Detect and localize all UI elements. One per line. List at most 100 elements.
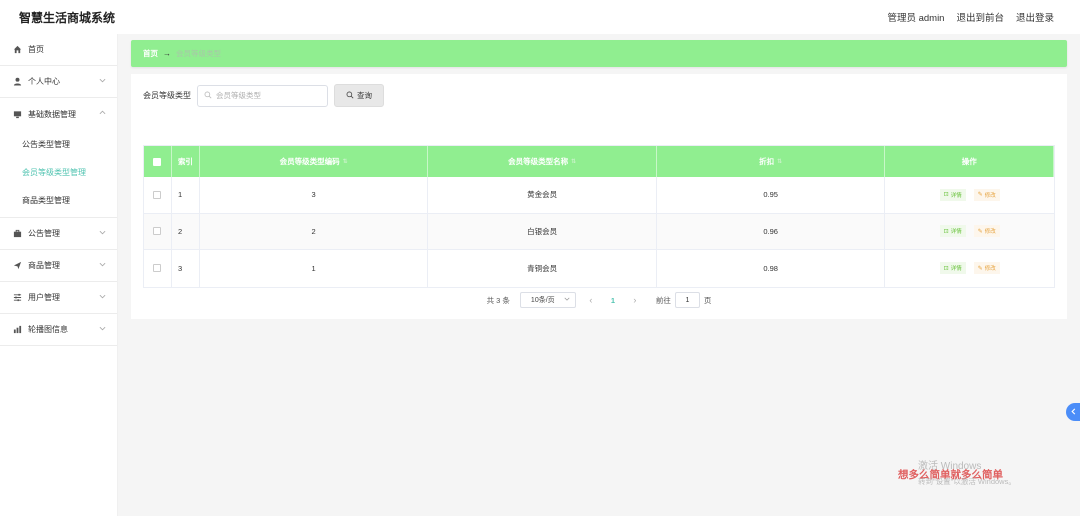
search-button[interactable]: 查询 [334, 84, 384, 107]
sidebar-item-label: 基础数据管理 [28, 109, 76, 119]
pagination-total: 共 3 条 [486, 295, 510, 305]
header-checkbox-cell [144, 146, 172, 177]
row-checkbox-cell [144, 250, 172, 287]
sidebar-subitem-product-type[interactable]: 商品类型管理 [0, 186, 117, 214]
admin-label[interactable]: 管理员 admin [887, 10, 944, 24]
top-bar: 智慧生活商城系统 管理员 admin 退出到前台 退出登录 [0, 0, 1080, 34]
breadcrumb: 首页 → 会员等级类型 [131, 40, 1067, 67]
table-header: 索引 会员等级类型编码 ⇅ 会员等级类型名称 ⇅ 折扣 ⇅ 操作 [144, 146, 1055, 177]
sort-icon: ⇅ [571, 159, 577, 165]
header-code-label: 会员等级类型编码 [279, 157, 340, 166]
header-discount-label: 折扣 [759, 157, 775, 166]
search-button-label: 查询 [357, 91, 372, 100]
breadcrumb-home[interactable]: 首页 [143, 48, 158, 59]
sort-icon: ⇅ [342, 159, 348, 165]
edit-label: 修改 [984, 192, 996, 199]
row-discount: 0.95 [657, 177, 886, 213]
chevron-down-icon [99, 229, 106, 236]
row-index: 3 [172, 250, 200, 287]
pagination: 共 3 条 10条/页 ‹ 1 › 前往 1 页 [131, 292, 1067, 308]
row-name: 黄金会员 [428, 177, 657, 213]
sidebar-item-basic-data[interactable]: 基础数据管理 [0, 98, 117, 130]
header-discount[interactable]: 折扣 ⇅ [657, 146, 886, 177]
edit-icon: ✎ [977, 192, 983, 199]
row-checkbox[interactable] [153, 227, 162, 236]
next-page-button[interactable]: › [628, 295, 642, 305]
edit-icon: ✎ [977, 265, 983, 272]
table-row: 1 3 黄金会员 0.95 ⊡ 详情 ✎ 修改 [144, 177, 1054, 214]
detail-button[interactable]: ⊡ 详情 [939, 188, 966, 201]
page-size-value: 10条/页 [530, 297, 555, 304]
search-label: 会员等级类型 [143, 91, 191, 100]
user-icon [13, 77, 22, 86]
row-name: 青铜会员 [428, 250, 657, 287]
monitor-icon [13, 110, 22, 119]
detail-icon: ⊡ [943, 265, 949, 272]
sort-icon: ⇅ [777, 159, 783, 165]
row-code: 3 [200, 177, 429, 213]
search-icon [346, 91, 354, 101]
edit-button[interactable]: ✎ 修改 [973, 188, 1000, 201]
row-index: 2 [172, 213, 200, 249]
header-code[interactable]: 会员等级类型编码 ⇅ [200, 146, 429, 177]
sidebar-item-label: 首页 [28, 45, 44, 54]
send-icon [13, 261, 22, 270]
row-index: 1 [172, 177, 200, 213]
front-link[interactable]: 退出到前台 [956, 10, 1004, 24]
side-collapse-button[interactable] [1066, 403, 1080, 421]
sidebar-item-product[interactable]: 商品管理 [0, 250, 117, 282]
edit-button[interactable]: ✎ 修改 [973, 262, 1000, 275]
detail-icon: ⊡ [943, 192, 949, 199]
page-jump-input[interactable]: 1 [674, 292, 700, 308]
sidebar-item-notice[interactable]: 公告管理 [0, 218, 117, 250]
page-jump: 前往 1 页 [656, 292, 711, 308]
row-code: 1 [200, 250, 429, 287]
chevron-down-icon [99, 77, 106, 84]
header-ops: 操作 [885, 146, 1055, 177]
row-checkbox[interactable] [153, 264, 162, 273]
select-all-checkbox[interactable] [153, 157, 162, 166]
edit-button[interactable]: ✎ 修改 [973, 225, 1000, 238]
sidebar-item-label: 公告管理 [28, 229, 60, 238]
sidebar: 首页 个人中心 基础数据管理 公告类型管理 会员等级类型管理 商品类型管理 公告… [0, 34, 118, 516]
detail-button[interactable]: ⊡ 详情 [939, 262, 966, 275]
sliders-icon [13, 293, 22, 302]
page-number-current[interactable]: 1 [606, 296, 620, 305]
sidebar-item-home[interactable]: 首页 [0, 34, 117, 66]
sidebar-subitem-member-level-type[interactable]: 会员等级类型管理 [0, 158, 117, 186]
sidebar-item-user[interactable]: 用户管理 [0, 282, 117, 314]
prev-page-button[interactable]: ‹ [584, 295, 598, 305]
content-card: 会员等级类型 会员等级类型 查询 索引 会员等级类型编码 ⇅ 会员等级类型名称 ⇅ [131, 74, 1067, 319]
sidebar-group-basic: 基础数据管理 公告类型管理 会员等级类型管理 商品类型管理 [0, 98, 117, 218]
chevron-down-icon [99, 261, 106, 268]
arrow-right-icon: → [163, 49, 171, 58]
sidebar-item-carousel[interactable]: 轮播图信息 [0, 314, 117, 346]
logout-link[interactable]: 退出登录 [1016, 10, 1054, 24]
row-name: 白银会员 [428, 213, 657, 249]
sidebar-item-personal[interactable]: 个人中心 [0, 66, 117, 98]
member-level-table: 索引 会员等级类型编码 ⇅ 会员等级类型名称 ⇅ 折扣 ⇅ 操作 1 3 黄金会员 0… [143, 145, 1055, 288]
header-index: 索引 [172, 146, 200, 177]
row-ops: ⊡ 详情 ✎ 修改 [885, 214, 1054, 250]
row-checkbox[interactable] [153, 190, 162, 199]
row-discount: 0.98 [657, 250, 886, 287]
home-icon [13, 45, 22, 54]
detail-icon: ⊡ [943, 228, 949, 235]
page-size-select[interactable]: 10条/页 [519, 292, 576, 308]
edit-label: 修改 [984, 229, 996, 236]
chevron-down-icon [99, 325, 106, 332]
search-bar: 会员等级类型 会员等级类型 查询 [143, 84, 384, 107]
sidebar-item-label: 用户管理 [28, 293, 60, 302]
watermark-activate-hint: 转到"设置"以激活 Windows。 [918, 477, 1016, 486]
sidebar-subitem-notice-type[interactable]: 公告类型管理 [0, 130, 117, 158]
chevron-down-icon [564, 296, 570, 304]
search-input[interactable]: 会员等级类型 [197, 84, 328, 107]
header-name[interactable]: 会员等级类型名称 ⇅ [428, 146, 657, 177]
search-icon [204, 91, 212, 101]
row-ops: ⊡ 详情 ✎ 修改 [885, 250, 1054, 287]
table-row: 2 2 白银会员 0.96 ⊡ 详情 ✎ 修改 [144, 213, 1054, 250]
search-placeholder: 会员等级类型 [216, 91, 261, 100]
detail-label: 详情 [950, 192, 962, 199]
detail-button[interactable]: ⊡ 详情 [939, 225, 966, 238]
row-checkbox-cell [144, 177, 172, 213]
